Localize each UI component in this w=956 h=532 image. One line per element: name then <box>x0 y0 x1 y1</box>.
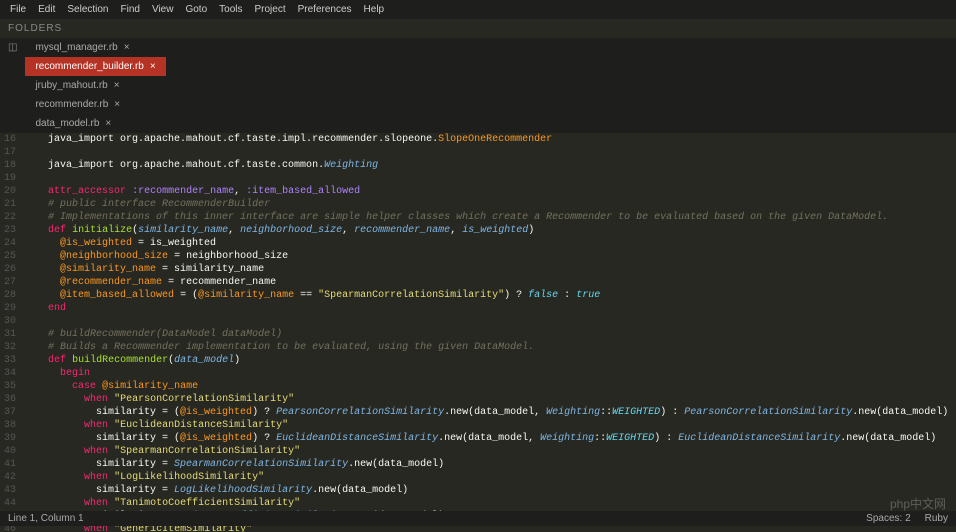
status-spaces[interactable]: Spaces: 2 <box>866 513 910 524</box>
menu-item[interactable]: Preferences <box>292 2 358 17</box>
tab-label: jruby_mahout.rb <box>35 80 107 91</box>
tab-bar: ◫ mysql_manager.rb×recommender_builder.r… <box>0 38 956 133</box>
split-view-icon[interactable]: ◫ <box>0 38 25 133</box>
menu-item[interactable]: Selection <box>61 2 114 17</box>
menu-item[interactable]: Tools <box>213 2 248 17</box>
tab-label: data_model.rb <box>35 118 99 129</box>
editor-area: ◫ mysql_manager.rb×recommender_builder.r… <box>0 38 956 532</box>
folders-header: FOLDERS <box>0 19 956 38</box>
status-bar: Line 1, Column 1 Spaces: 2 Ruby <box>0 511 956 526</box>
menu-item[interactable]: Project <box>249 2 292 17</box>
menu-bar: FileEditSelectionFindViewGotoToolsProjec… <box>0 0 956 19</box>
menu-item[interactable]: Help <box>358 2 391 17</box>
tab[interactable]: recommender.rb × <box>25 95 165 114</box>
watermark: php中文网 <box>890 495 946 512</box>
code-content[interactable]: java_import org.apache.mahout.cf.taste.i… <box>24 133 956 532</box>
tab[interactable]: data_model.rb × <box>25 114 165 133</box>
status-cursor[interactable]: Line 1, Column 1 <box>8 513 84 524</box>
close-icon[interactable]: × <box>114 80 120 91</box>
tab[interactable]: jruby_mahout.rb × <box>25 76 165 95</box>
tab[interactable]: mysql_manager.rb × <box>25 38 165 57</box>
tab-label: mysql_manager.rb <box>35 42 117 53</box>
tab[interactable]: recommender_builder.rb × <box>25 57 165 76</box>
close-icon[interactable]: × <box>105 118 111 129</box>
line-gutter: 16 17 18 19 20 21 22 23 24 25 26 27 28 2… <box>0 133 24 532</box>
close-icon[interactable]: × <box>114 99 120 110</box>
tab-label: recommender_builder.rb <box>35 61 143 72</box>
menu-item[interactable]: Find <box>115 2 146 17</box>
code-editor[interactable]: 16 17 18 19 20 21 22 23 24 25 26 27 28 2… <box>0 133 956 532</box>
menu-item[interactable]: File <box>4 2 32 17</box>
menu-item[interactable]: Goto <box>179 2 213 17</box>
menu-item[interactable]: View <box>146 2 180 17</box>
tab-label: recommender.rb <box>35 99 108 110</box>
close-icon[interactable]: × <box>150 61 156 72</box>
status-language[interactable]: Ruby <box>925 513 948 524</box>
menu-item[interactable]: Edit <box>32 2 61 17</box>
close-icon[interactable]: × <box>124 42 130 53</box>
